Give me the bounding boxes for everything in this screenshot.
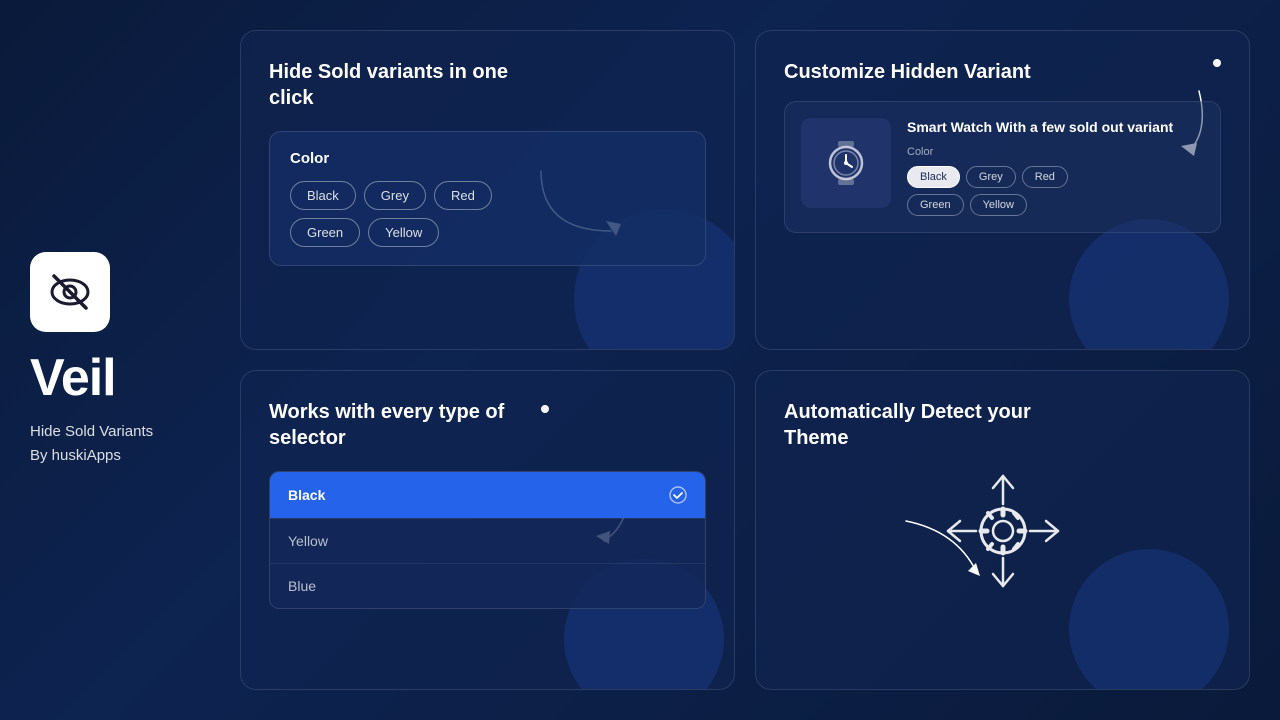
product-color-label: Color <box>907 146 1204 158</box>
brand-desc: Hide Sold Variants By huskiApps <box>30 420 220 468</box>
dropdown-item-blue[interactable]: Blue <box>270 563 705 608</box>
product-color-buttons: Black Grey Red <box>907 166 1204 188</box>
product-name: Smart Watch With a few sold out variant <box>907 118 1204 136</box>
dot-indicator <box>1213 59 1221 67</box>
color-selector-widget: Color Black Grey Red Green Yellow <box>269 131 706 266</box>
branding-section: Veil Hide Sold Variants By huskiApps <box>20 30 220 690</box>
product-info: Smart Watch With a few sold out variant … <box>907 118 1204 216</box>
dropdown-item-yellow[interactable]: Yellow <box>270 518 705 563</box>
color-btn-green[interactable]: Green <box>290 218 360 247</box>
eye-slash-icon <box>46 268 94 316</box>
brand-name: Veil <box>30 352 220 404</box>
color-btn-yellow[interactable]: Yellow <box>368 218 439 247</box>
check-icon <box>669 486 687 504</box>
dropdown-label-black: Black <box>288 487 325 503</box>
selector-types-card: Works with every type of selector Black … <box>240 370 735 690</box>
color-buttons-row2: Green Yellow <box>290 218 685 247</box>
color-widget-title: Color <box>290 150 685 167</box>
color-btn-red[interactable]: Red <box>434 181 492 210</box>
prod-color-btn-red[interactable]: Red <box>1022 166 1068 188</box>
color-btn-black[interactable]: Black <box>290 181 356 210</box>
color-btn-grey[interactable]: Grey <box>364 181 426 210</box>
dropdown-item-black[interactable]: Black <box>270 472 705 518</box>
card2-title: Customize Hidden Variant <box>784 59 1031 85</box>
watch-icon <box>816 133 876 193</box>
dropdown-widget[interactable]: Black Yellow Blue <box>269 471 706 609</box>
prod-color-btn-yellow[interactable]: Yellow <box>970 194 1027 216</box>
card3-title: Works with every type of selector <box>269 399 529 451</box>
auto-detect-theme-card: Automatically Detect your Theme <box>755 370 1250 690</box>
prod-color-btn-grey[interactable]: Grey <box>966 166 1016 188</box>
gear-container <box>784 471 1221 591</box>
color-buttons-row1: Black Grey Red <box>290 181 685 210</box>
prod-color-btn-green[interactable]: Green <box>907 194 964 216</box>
customize-variant-card: Customize Hidden Variant Smart <box>755 30 1250 350</box>
gear-icon <box>928 456 1078 606</box>
product-preview: Smart Watch With a few sold out variant … <box>784 101 1221 233</box>
product-color-buttons-2: Green Yellow <box>907 194 1204 216</box>
watch-icon-box <box>801 118 891 208</box>
hide-sold-variants-card: Hide Sold variants in one click Color Bl… <box>240 30 735 350</box>
card1-title: Hide Sold variants in one click <box>269 59 529 111</box>
card4-title: Automatically Detect your Theme <box>784 399 1044 451</box>
logo-box <box>30 252 110 332</box>
prod-color-btn-black[interactable]: Black <box>907 166 960 188</box>
dot-indicator-3 <box>541 405 549 413</box>
